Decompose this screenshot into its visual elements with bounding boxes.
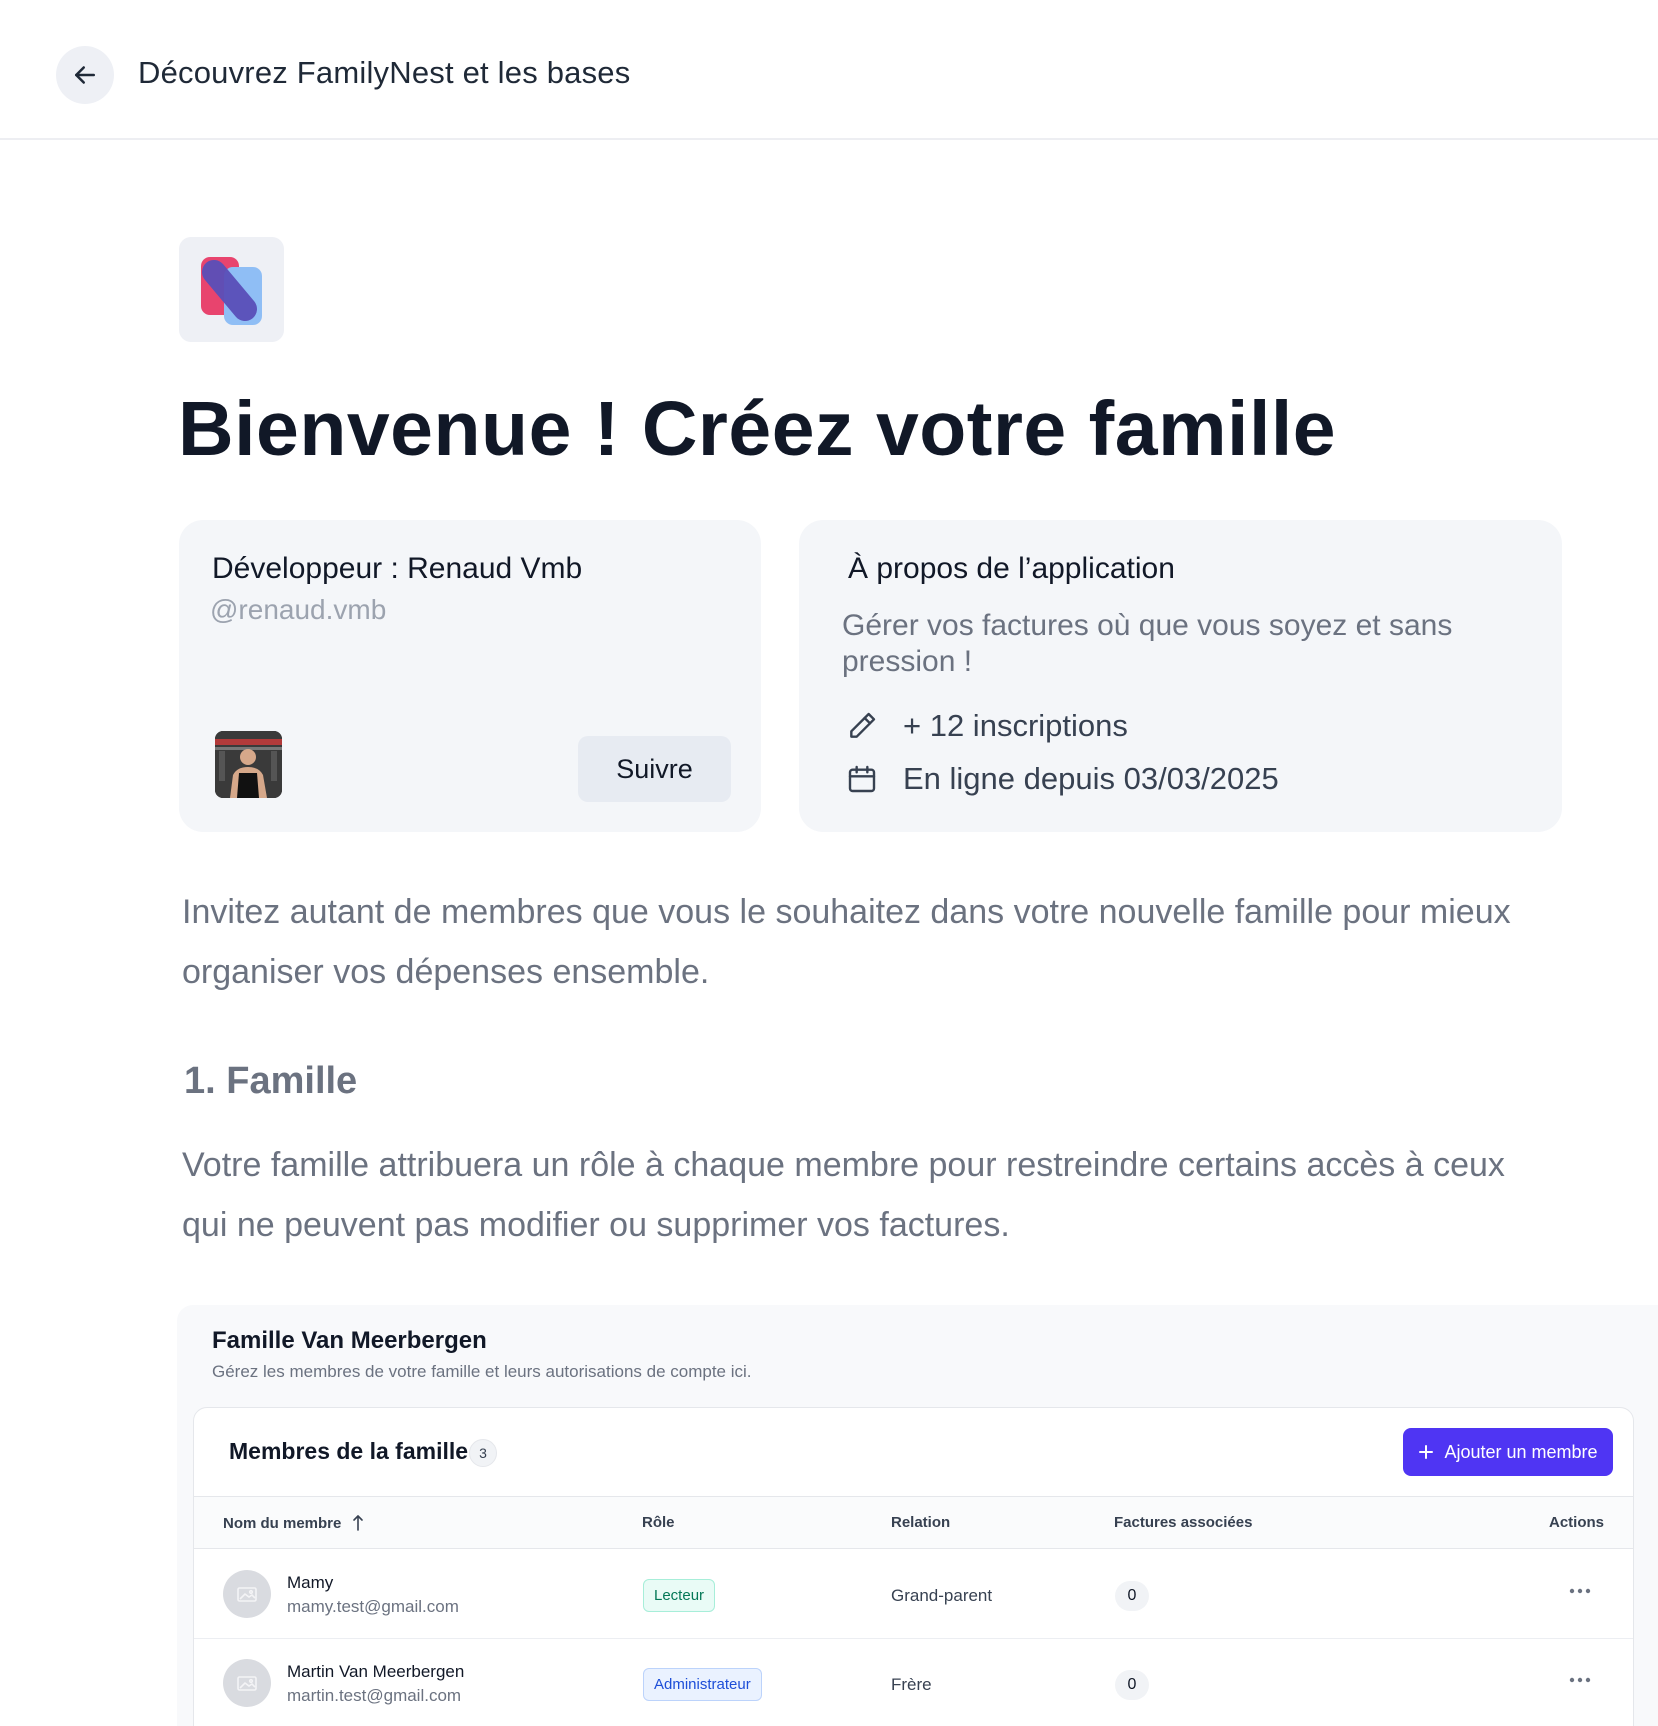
follow-button[interactable]: Suivre [578, 736, 731, 802]
bills-count: 0 [1115, 1581, 1149, 1611]
role-badge: Lecteur [643, 1579, 716, 1612]
developer-handle: @renaud.vmb [210, 594, 387, 625]
about-title: À propos de l’application [848, 552, 1175, 585]
page: Découvrez FamilyNest et les bases Bienve… [0, 0, 1658, 1726]
signups-row: + 12 inscriptions [845, 708, 1128, 744]
developer-avatar[interactable] [215, 731, 282, 798]
member-relation: Frère [891, 1675, 932, 1694]
about-description: Gérer vos factures où que vous soyez et … [842, 609, 1453, 678]
more-horizontal-icon[interactable] [1565, 1668, 1595, 1692]
members-count-badge: 3 [469, 1439, 497, 1467]
members-title: Membres de la famille [229, 1438, 469, 1464]
bills-count: 0 [1115, 1670, 1149, 1700]
add-member-label: Ajouter un membre [1444, 1441, 1598, 1462]
members-table-card: Membres de la famille 3 Ajouter un membr… [193, 1407, 1634, 1726]
signups-count: + 12 inscriptions [903, 708, 1128, 743]
table-row[interactable]: Mamy mamy.test@gmail.com Lecteur Grand-p… [194, 1551, 1633, 1639]
developer-name: Développeur : Renaud Vmb [212, 552, 583, 585]
calendar-icon [845, 762, 879, 796]
member-email: mamy.test@gmail.com [287, 1597, 459, 1616]
header-title: Découvrez FamilyNest et les bases [138, 55, 631, 90]
column-bills: Factures associées [1114, 1514, 1253, 1531]
plus-icon [1419, 1445, 1434, 1459]
arrow-left-icon [75, 66, 95, 84]
member-email: martin.test@gmail.com [287, 1686, 462, 1705]
pencil-icon [845, 709, 879, 743]
section-paragraph: Votre famille attribuera un rôle à chaqu… [182, 1146, 1505, 1244]
table-header: Nom du membre Rôle Relation Factures ass… [194, 1496, 1633, 1549]
intro-paragraph: Invitez autant de membres que vous le so… [182, 893, 1511, 991]
member-relation: Grand-parent [891, 1586, 993, 1605]
avatar [223, 1659, 271, 1707]
column-role: Rôle [642, 1514, 675, 1531]
image-icon [237, 1676, 257, 1691]
column-name[interactable]: Nom du membre [223, 1514, 365, 1532]
developer-card: Développeur : Renaud Vmb @renaud.vmb Sui… [179, 520, 761, 832]
arrow-up-icon [353, 1515, 364, 1531]
family-title: Famille Van Meerbergen [212, 1327, 487, 1354]
online-since-row: En ligne depuis 03/03/2025 [845, 761, 1279, 797]
section-heading: 1. Famille [184, 1060, 358, 1102]
column-name-label: Nom du membre [223, 1514, 342, 1532]
column-relation: Relation [891, 1514, 951, 1531]
add-member-button[interactable]: Ajouter un membre [1403, 1428, 1613, 1476]
column-actions: Actions [1548, 1514, 1604, 1531]
member-name: Martin Van Meerbergen [287, 1662, 465, 1681]
member-name: Mamy [287, 1573, 334, 1592]
top-header: Découvrez FamilyNest et les bases [0, 0, 1658, 140]
family-subtitle: Gérez les membres de votre famille et le… [212, 1362, 752, 1381]
role-badge: Administrateur [643, 1668, 762, 1701]
more-horizontal-icon[interactable] [1565, 1579, 1595, 1603]
avatar [223, 1570, 271, 1618]
back-button[interactable] [56, 46, 114, 104]
table-row[interactable]: Martin Van Meerbergen martin.test@gmail.… [194, 1640, 1633, 1726]
online-since: En ligne depuis 03/03/2025 [903, 761, 1279, 796]
image-icon [237, 1587, 257, 1602]
family-panel: Famille Van Meerbergen Gérez les membres… [177, 1305, 1658, 1726]
page-title: Bienvenue ! Créez votre famille [178, 386, 1337, 472]
app-logo [179, 237, 284, 342]
